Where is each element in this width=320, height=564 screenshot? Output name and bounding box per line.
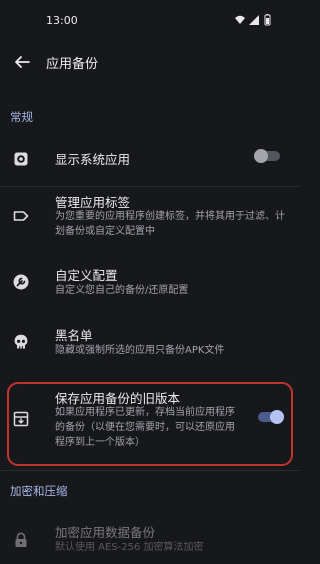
setting-title: 自定义配置: [55, 268, 118, 283]
divider: [0, 186, 300, 187]
status-icons: [234, 14, 280, 26]
setting-manage-app-tags[interactable]: 管理应用标签 为您重要的应用程序创建标签，并将其用于过滤、计划备份或自定义配置中: [0, 190, 300, 244]
setting-description: 为您重要的应用程序创建标签，并将其用于过滤、计划备份或自定义配置中: [55, 211, 285, 237]
settings-gear-icon: [12, 150, 30, 168]
setting-description: 隐藏或强制所选的应用只备份APK文件: [55, 345, 225, 356]
battery-icon: [264, 14, 271, 26]
show-system-apps-toggle[interactable]: [254, 149, 280, 163]
setting-title: 黑名单: [55, 328, 93, 343]
skull-icon: [12, 333, 30, 351]
lock-icon: [12, 531, 30, 549]
arrow-back-icon: [15, 56, 30, 68]
setting-encrypt-backups[interactable]: 加密应用数据备份 默认使用 AES-256 加密算法加密: [0, 520, 300, 564]
setting-blacklist[interactable]: 黑名单 隐藏或强制所选的应用只备份APK文件: [0, 322, 300, 362]
back-button[interactable]: [10, 50, 34, 74]
status-bar: 13:00: [0, 0, 300, 40]
setting-description: 如果应用程序已更新，存档当前应用程序的备份（以便在您需要时，可以还原应用程序到上…: [55, 407, 235, 448]
divider: [0, 470, 300, 471]
cellular-signal-icon: [249, 15, 259, 25]
setting-title: 加密应用数据备份: [55, 525, 156, 540]
setting-keep-old-backups[interactable]: 保存应用备份的旧版本 如果应用程序已更新，存档当前应用程序的备份（以便在您需要时…: [0, 386, 300, 462]
setting-show-system-apps[interactable]: 显示系统应用: [0, 138, 300, 182]
keep-old-backups-toggle[interactable]: [258, 410, 284, 424]
setting-custom-config[interactable]: 自定义配置 自定义您自己的备份/还原配置: [0, 262, 300, 302]
section-header-encryption: 加密和压缩: [10, 484, 68, 498]
app-bar: 应用备份: [0, 40, 300, 84]
setting-description: 自定义您自己的备份/还原配置: [55, 285, 189, 296]
section-header-general: 常规: [10, 110, 33, 124]
status-time: 13:00: [46, 14, 78, 27]
setting-title: 显示系统应用: [55, 152, 131, 167]
page-title: 应用备份: [46, 57, 99, 72]
archive-box-icon: [12, 410, 30, 428]
label-tag-icon: [12, 207, 30, 225]
wrench-icon: [12, 273, 30, 291]
setting-description: 默认使用 AES-256 加密算法加密: [55, 542, 204, 553]
wifi-icon: [235, 15, 245, 24]
